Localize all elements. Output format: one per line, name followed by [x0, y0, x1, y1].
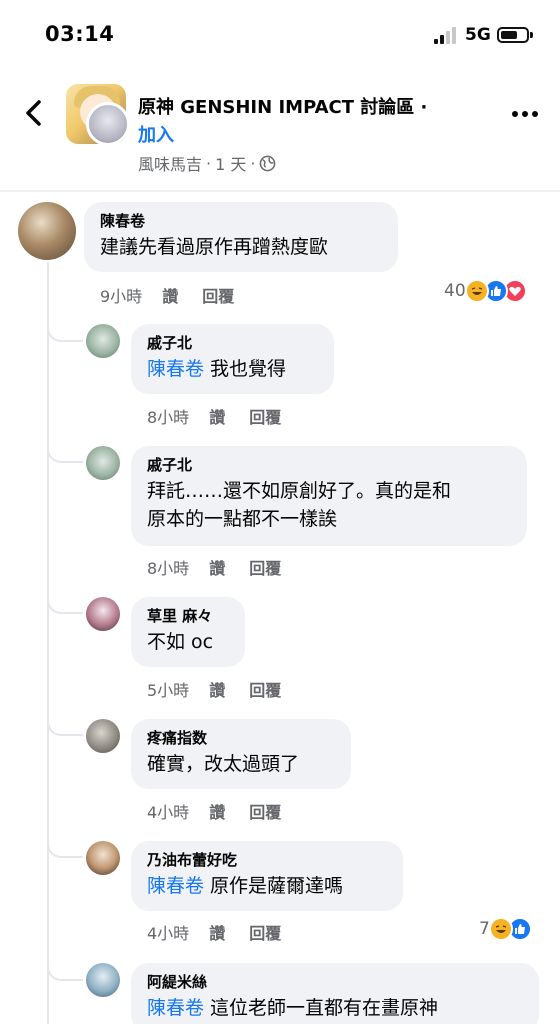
like-button[interactable]: 讚: [209, 799, 225, 823]
mention-link[interactable]: 陳春卷: [147, 875, 204, 897]
comment-author[interactable]: 戚子北: [147, 455, 511, 475]
comment-bubble: 乃油布蕾好吃 陳春卷 原作是薩爾達嗎: [131, 841, 403, 911]
avatar[interactable]: [86, 719, 120, 753]
avatar[interactable]: [18, 202, 76, 260]
avatar[interactable]: [86, 446, 120, 480]
meta-separator: ·: [250, 153, 256, 173]
post-header: 原神 GENSHIN IMPACT 討論區 · 加入 風味馬吉 · 1 天 ·: [0, 70, 560, 190]
thread-branch: [47, 443, 83, 463]
join-group-link[interactable]: 加入: [138, 121, 174, 147]
comment-bubble: 戚子北 陳春卷 我也覺得: [131, 324, 334, 394]
comment-bubble: 草里 麻々 不如 oc: [131, 597, 245, 667]
comment-bubble: 陳春卷 建議先看過原作再蹭熱度歐: [84, 202, 398, 272]
comment-author[interactable]: 乃油布蕾好吃: [147, 850, 387, 870]
thread-branch: [47, 838, 83, 858]
battery-tip: [530, 32, 533, 38]
comment-author[interactable]: 疼痛指数: [147, 728, 335, 748]
thread-line: [47, 262, 49, 1024]
like-button[interactable]: 讚: [209, 677, 225, 701]
comment-bubble: 戚子北 拜託……還不如原創好了。真的是和 原本的一點都不一樣誒: [131, 446, 527, 546]
battery-icon: [497, 27, 529, 43]
comment-bubble: 阿緹米絲 陳春卷 這位老師一直都有在畫原神: [131, 963, 539, 1024]
comment-time[interactable]: 4小時: [147, 799, 189, 823]
comment-actions: 8小時 讚 回覆: [147, 555, 281, 579]
comment-actions: 4小時 讚 回覆: [147, 799, 281, 823]
thread-branch: [47, 594, 83, 614]
comment-text: 確實，改太過頭了: [147, 753, 300, 775]
comment-author[interactable]: 陳春卷: [100, 211, 382, 231]
comment-author[interactable]: 阿緹米絲: [147, 972, 523, 992]
thread-branch: [47, 961, 83, 981]
thread-branch: [47, 322, 83, 342]
reply-button[interactable]: 回覆: [249, 555, 281, 579]
like-button[interactable]: 讚: [209, 555, 225, 579]
avatar[interactable]: [86, 963, 120, 997]
comment-text: 不如 oc: [147, 631, 214, 653]
comment-text: 陳春卷 這位老師一直都有在畫原神: [147, 997, 439, 1019]
reply-button[interactable]: 回覆: [249, 799, 281, 823]
like-button[interactable]: 讚: [162, 283, 178, 307]
comment-actions: 5小時 讚 回覆: [147, 677, 281, 701]
network-label: 5G: [465, 25, 491, 45]
comment-author[interactable]: 草里 麻々: [147, 606, 229, 626]
header-divider: [0, 190, 560, 192]
comment-text: 陳春卷 我也覺得: [147, 358, 287, 380]
comment-actions: 8小時 讚 回覆: [147, 404, 281, 428]
like-button[interactable]: 讚: [209, 404, 225, 428]
more-dots-icon: [512, 111, 538, 117]
mention-link[interactable]: 陳春卷: [147, 358, 204, 380]
haha-reaction-icon: [488, 917, 513, 941]
meta-separator: ·: [206, 153, 212, 173]
comment-text: 拜託……還不如原創好了。真的是和: [147, 480, 452, 502]
comment-time[interactable]: 9小時: [100, 283, 142, 307]
reaction-count: 40: [444, 281, 466, 301]
reply-button[interactable]: 回覆: [249, 677, 281, 701]
back-button[interactable]: [18, 96, 52, 130]
post-time[interactable]: 1 天: [215, 151, 246, 175]
comment-text: 原本的一點都不一樣誒: [147, 508, 338, 530]
comment-actions: 4小時 讚 回覆: [147, 920, 281, 944]
comment-text: 建議先看過原作再蹭熱度歐: [100, 236, 329, 258]
status-time: 03:14: [45, 22, 115, 46]
comment-time[interactable]: 5小時: [147, 677, 189, 701]
poster-name[interactable]: 風味馬吉: [138, 151, 202, 175]
avatar[interactable]: [86, 841, 120, 875]
comment-actions: 9小時 讚 回覆: [100, 283, 234, 307]
haha-reaction-icon: [464, 279, 489, 303]
more-options-button[interactable]: [510, 106, 540, 122]
like-button[interactable]: 讚: [209, 920, 225, 944]
reply-button[interactable]: 回覆: [249, 920, 281, 944]
comment-time[interactable]: 8小時: [147, 555, 189, 579]
comment-text: 陳春卷 原作是薩爾達嗎: [147, 875, 344, 897]
reply-button[interactable]: 回覆: [249, 404, 281, 428]
signal-icon: [434, 27, 460, 44]
post-meta: 風味馬吉 · 1 天 ·: [138, 151, 276, 175]
comment-author[interactable]: 戚子北: [147, 333, 318, 353]
avatar[interactable]: [86, 324, 120, 358]
chevron-left-icon: [26, 100, 41, 126]
globe-icon: [260, 155, 276, 171]
comment-time[interactable]: 4小時: [147, 920, 189, 944]
reply-button[interactable]: 回覆: [202, 283, 234, 307]
comment-bubble: 疼痛指数 確實，改太過頭了: [131, 719, 351, 789]
mention-link[interactable]: 陳春卷: [147, 997, 204, 1019]
group-name[interactable]: 原神 GENSHIN IMPACT 討論區 ·: [138, 93, 427, 119]
avatar[interactable]: [86, 597, 120, 631]
reaction-summary[interactable]: 40: [444, 279, 527, 303]
reaction-summary[interactable]: 7: [479, 917, 532, 941]
thread-branch: [47, 716, 83, 736]
status-bar: 03:14 5G: [0, 0, 560, 70]
comment-time[interactable]: 8小時: [147, 404, 189, 428]
poster-avatar[interactable]: [86, 102, 130, 146]
